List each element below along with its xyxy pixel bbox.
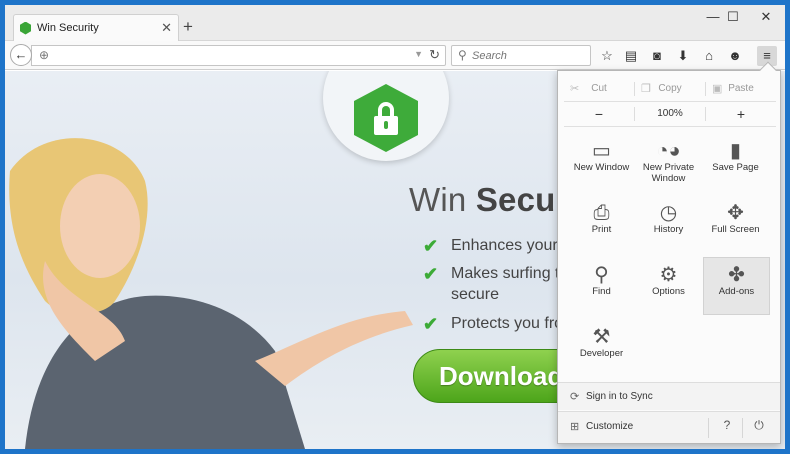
zoom-row: − 100% + [564, 104, 776, 124]
paste-icon: ▣ [712, 83, 723, 95]
menu-item-label: Full Screen [711, 224, 760, 235]
browser-window: Win Security ✕ + — ☐ ✕ ⊕ ▼ ↻ ← ⚲ ☆ ▤ ◙ ⬇… [5, 5, 785, 449]
menu-item-save-page[interactable]: ▮ Save Page [702, 134, 769, 192]
cut-button[interactable]: ✂ Cut [564, 79, 634, 99]
search-input[interactable] [472, 47, 587, 64]
home-icon[interactable]: ⌂ [699, 46, 719, 66]
url-bar[interactable]: ⊕ ▼ ↻ [31, 45, 446, 66]
menu-item-add-ons[interactable]: ✤ Add-ons [703, 257, 770, 315]
cut-label: Cut [591, 83, 607, 94]
tab-bar: Win Security ✕ + — ☐ ✕ [5, 5, 785, 41]
shield-favicon-icon [20, 21, 31, 35]
checkmark-icon: ✔ [423, 264, 439, 284]
download-icon[interactable]: ⬇ [673, 46, 693, 66]
feature-text: Enhances your [451, 237, 558, 254]
customize-label: Customize [586, 421, 634, 432]
maximize-button[interactable]: ☐ [718, 9, 748, 25]
menu-item-label: New Window [573, 162, 630, 173]
checkmark-icon: ✔ [423, 236, 439, 256]
headline-word-1: Win [409, 181, 467, 218]
zoom-in-button[interactable]: + [706, 104, 776, 124]
menu-item-label: History [653, 224, 684, 235]
globe-icon: ⊕ [39, 48, 50, 62]
fullscreen-icon: ✥ [727, 202, 744, 224]
zoom-reset-button[interactable]: 100% [635, 104, 705, 124]
menu-footer: ⊞ Customize ? ⏻ [558, 411, 780, 443]
tab-close-icon[interactable]: ✕ [161, 20, 172, 36]
tab-win-security[interactable]: Win Security ✕ [13, 14, 179, 41]
headline-word-2: Secur [475, 181, 569, 218]
customize-plus-icon: ⊞ [570, 421, 580, 433]
nav-bar: ⊕ ▼ ↻ ← ⚲ ☆ ▤ ◙ ⬇ ⌂ ☻ ≡ [5, 41, 785, 70]
sign-in-to-sync-button[interactable]: ⟳ Sign in to Sync [558, 382, 780, 410]
feature-text: Protects you fro [451, 315, 564, 332]
reload-button[interactable]: ↻ [429, 47, 440, 63]
menu-item-label: Save Page [712, 162, 759, 173]
feature-text: Makes surfing t [451, 265, 560, 282]
addons-puzzle-icon: ✤ [728, 264, 745, 286]
options-gear-icon: ⚙ [659, 264, 678, 286]
print-icon: ⎙ [593, 202, 610, 224]
divider [742, 418, 743, 438]
new-window-icon: ▭ [592, 140, 611, 162]
menu-item-label: Developer [579, 348, 624, 359]
edit-row: ✂ Cut ❐ Copy ▣ Paste [564, 79, 776, 99]
copy-label: Copy [658, 83, 682, 94]
copy-icon: ❐ [641, 83, 651, 95]
save-page-icon: ▮ [729, 140, 741, 162]
developer-wrench-icon: ⚒ [592, 326, 611, 348]
page-headline: Win Secur [409, 181, 569, 219]
scissors-icon: ✂ [570, 83, 580, 95]
chat-icon[interactable]: ☻ [725, 46, 745, 66]
paste-label: Paste [728, 83, 754, 94]
sync-icon: ⟳ [570, 391, 580, 403]
window-close-button[interactable]: ✕ [751, 9, 781, 25]
menu-item-find[interactable]: ⚲ Find [568, 258, 635, 316]
menu-item-history[interactable]: ◷ History [635, 196, 702, 254]
star-icon[interactable]: ☆ [597, 46, 617, 66]
menu-item-label: Print [591, 224, 612, 235]
menu-item-label: Find [592, 286, 611, 297]
quit-power-icon[interactable]: ⏻ [748, 418, 770, 438]
menu-item-label: Add-ons [718, 286, 755, 297]
back-button[interactable]: ← [10, 44, 32, 66]
menu-item-options[interactable]: ⚙ Options [635, 258, 702, 316]
menu-item-label: New Private Window [642, 162, 695, 184]
divider [564, 101, 776, 102]
search-bar[interactable]: ⚲ [451, 45, 591, 66]
search-icon: ⚲ [458, 48, 467, 62]
reading-list-icon[interactable]: ▤ [621, 46, 641, 66]
private-mask-icon: ◔◕ [656, 140, 681, 162]
pocket-icon[interactable]: ◙ [647, 46, 667, 66]
divider [708, 418, 709, 438]
checkmark-icon: ✔ [423, 314, 439, 334]
feature-text: secure [451, 286, 500, 303]
menu-item-developer[interactable]: ⚒ Developer [568, 320, 635, 378]
new-tab-button[interactable]: + [183, 18, 193, 35]
paste-button[interactable]: ▣ Paste [706, 79, 776, 99]
menu-item-new-private-window[interactable]: ◔◕ New Private Window [635, 134, 702, 192]
history-icon: ◷ [659, 202, 678, 224]
sign-in-label: Sign in to Sync [586, 391, 653, 402]
copy-button[interactable]: ❐ Copy [635, 79, 705, 99]
shield-hexagon [354, 84, 418, 152]
lock-keyhole [384, 121, 388, 129]
help-icon[interactable]: ? [716, 418, 738, 438]
menu-item-label: Options [652, 286, 685, 297]
url-dropdown-icon[interactable]: ▼ [414, 49, 423, 59]
tab-title: Win Security [37, 22, 99, 34]
menu-item-new-window[interactable]: ▭ New Window [568, 134, 635, 192]
divider [564, 126, 776, 127]
firefox-menu-panel: ✂ Cut ❐ Copy ▣ Paste − 100% + ▭ New Window … [557, 61, 781, 444]
woman-photo [9, 138, 413, 449]
find-icon: ⚲ [594, 264, 609, 286]
menu-item-print[interactable]: ⎙ Print [568, 196, 635, 254]
customize-button[interactable]: ⊞ Customize [558, 412, 708, 444]
zoom-out-button[interactable]: − [564, 104, 634, 124]
menu-item-full-screen[interactable]: ✥ Full Screen [702, 196, 769, 254]
